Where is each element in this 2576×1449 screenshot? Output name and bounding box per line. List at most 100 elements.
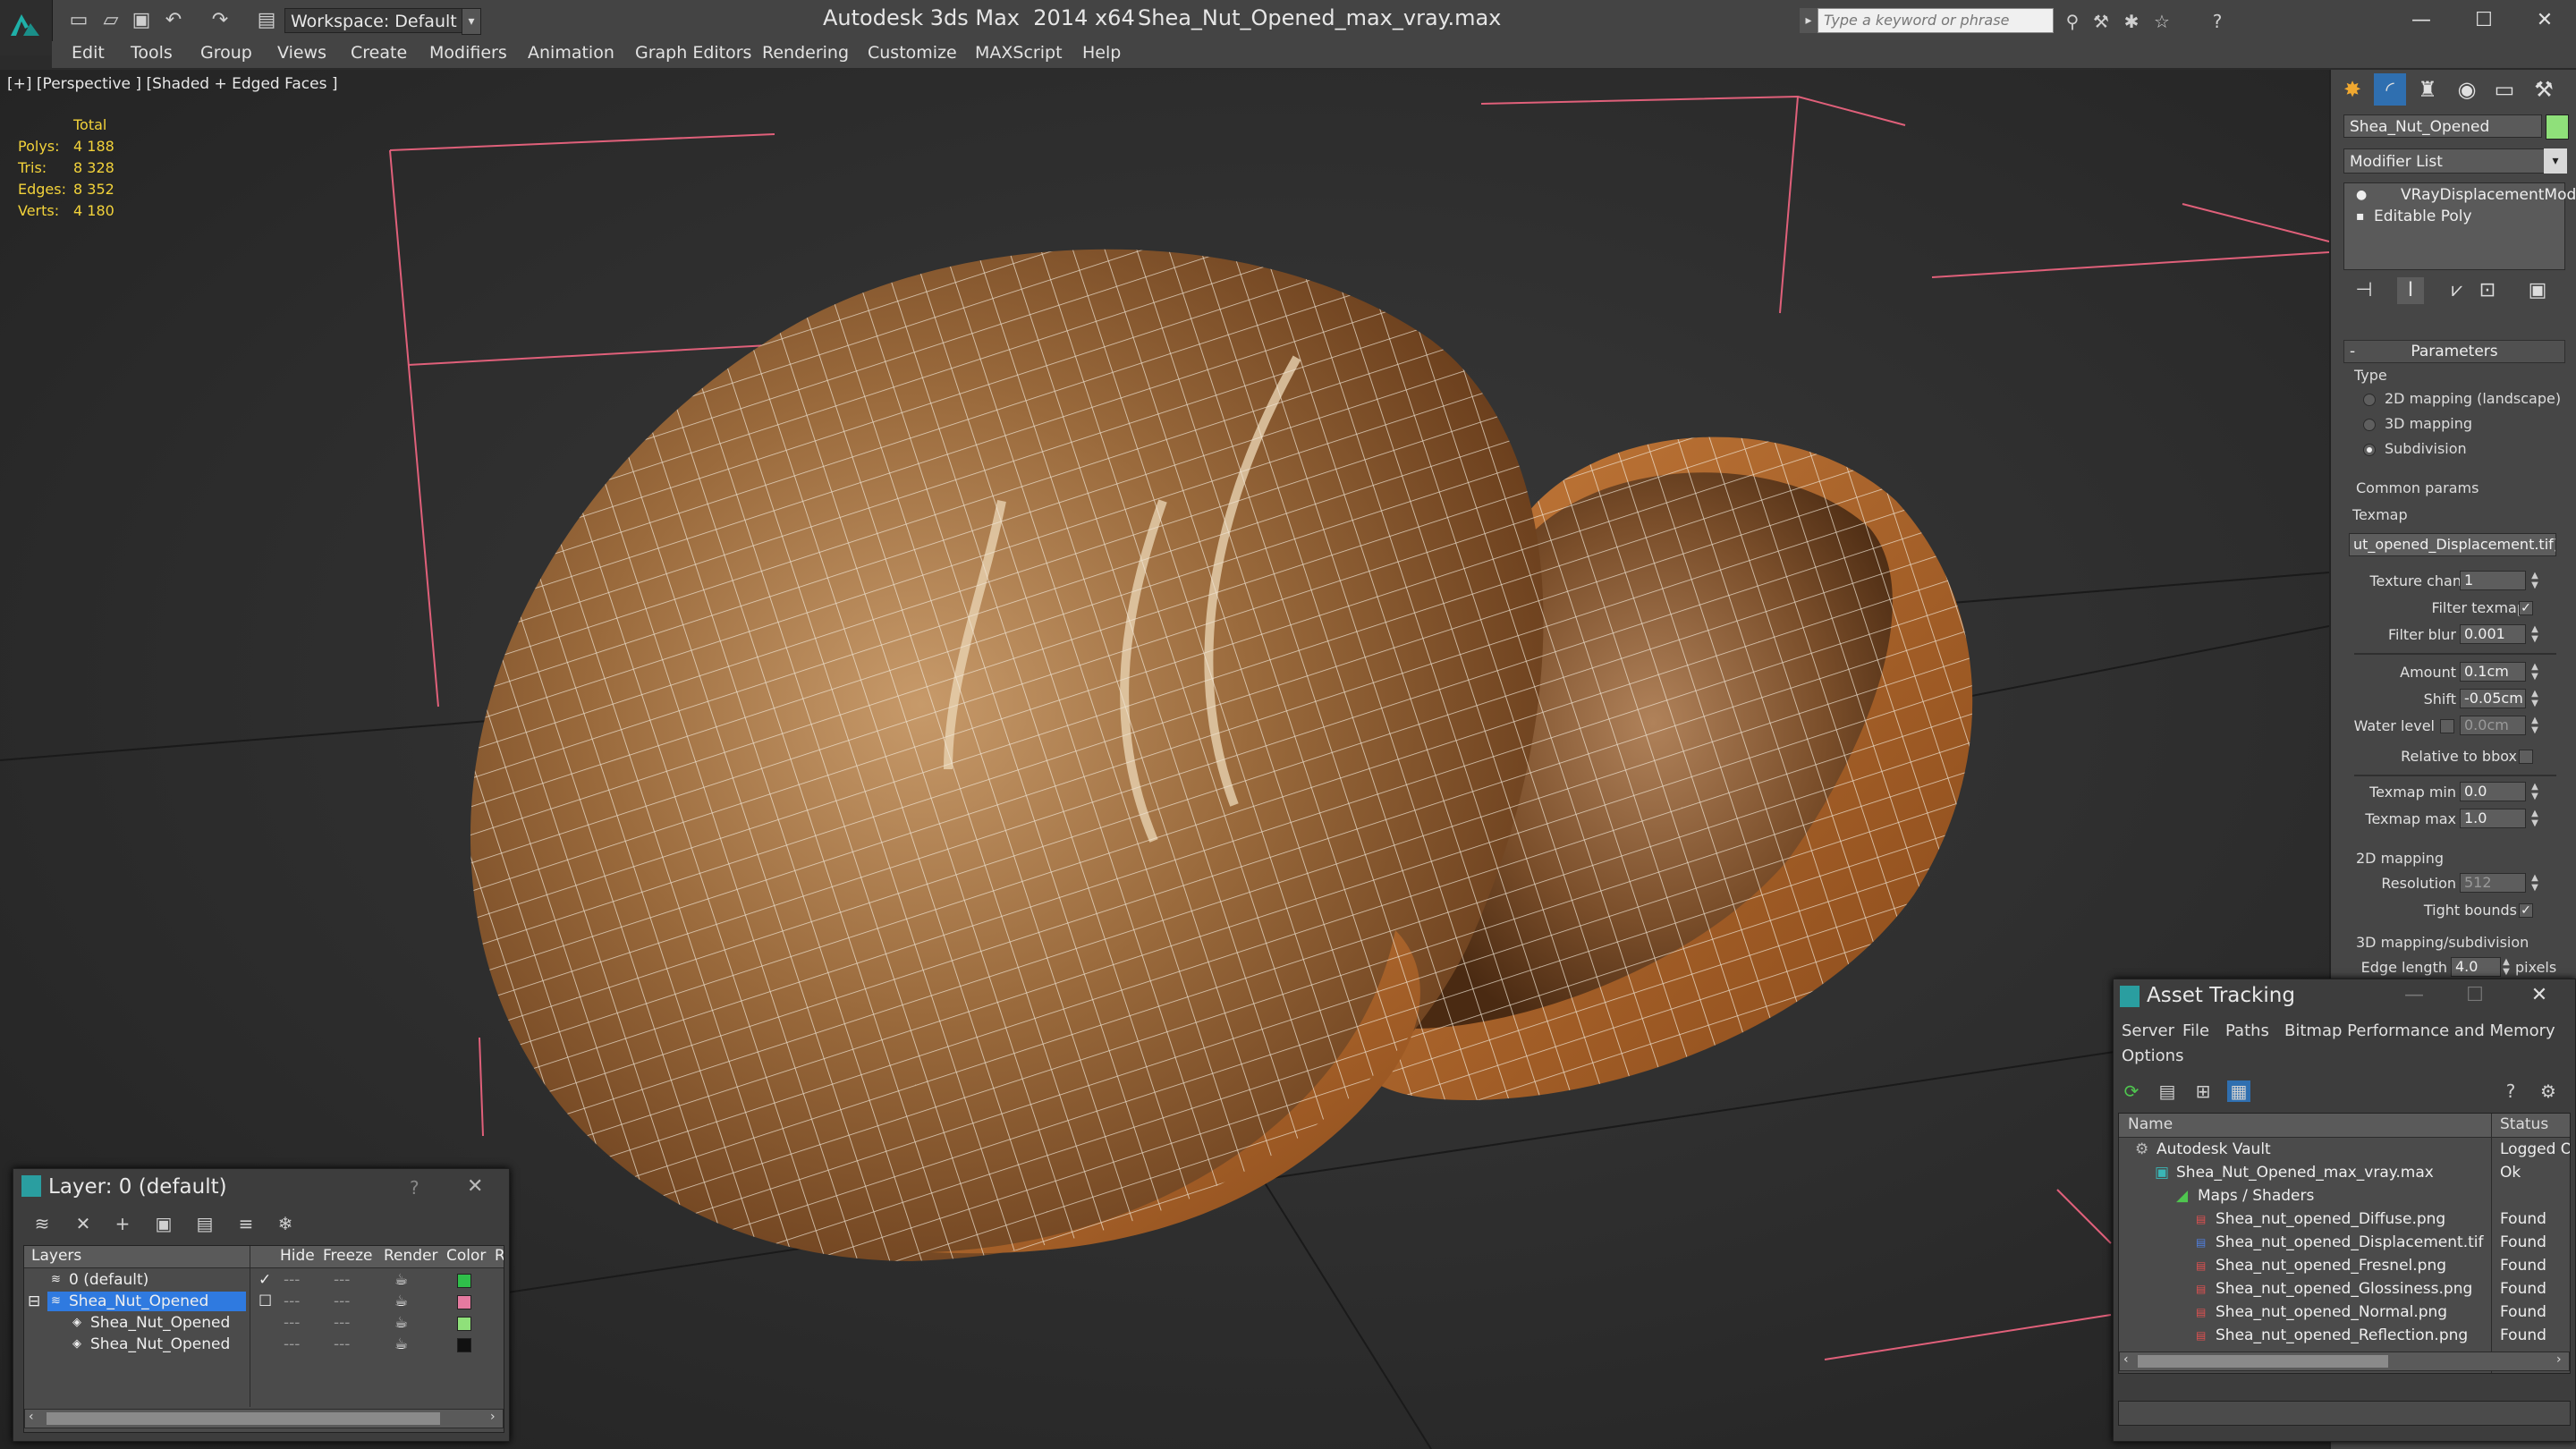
chevron-down-icon[interactable]: ▾ [2544,148,2567,174]
column-radiosity[interactable]: R [495,1247,504,1265]
menu-edit[interactable]: Edit [72,43,105,63]
menu-create[interactable]: Create [351,43,407,63]
freeze-toggle[interactable]: --- [334,1291,350,1312]
settings-icon[interactable]: ⚙ [2537,1080,2560,1102]
scroll-left-icon[interactable]: ‹ [29,1410,34,1424]
table-row[interactable]: ◢ Maps / Shaders [2119,1185,2570,1208]
scroll-right-icon[interactable]: › [490,1410,496,1424]
layer-row[interactable]: ⊟ ≋ Shea_Nut_Opened ☐ --- --- ☕ [24,1291,504,1312]
tight-bounds-checkbox[interactable]: ✓ [2519,903,2533,918]
create-tab-icon[interactable]: ✸ [2336,73,2368,106]
table-row[interactable]: ▤ Shea_nut_opened_Normal.png Found [2119,1301,2570,1324]
radio-3d-mapping[interactable] [2363,419,2376,431]
show-end-result-icon[interactable]: Ⅰ [2397,277,2424,304]
menu-customize[interactable]: Customize [868,43,957,63]
close-icon[interactable]: ✕ [467,1175,483,1198]
spinner-icon[interactable]: ▲ ▼ [2529,662,2540,682]
menu-animation[interactable]: Animation [528,43,614,63]
object-color-swatch[interactable] [2546,114,2569,140]
open-file-icon[interactable]: ▱ [98,11,123,30]
list-view-icon[interactable]: ▤ [2156,1080,2179,1102]
tree-view-icon[interactable]: ⊞ [2191,1080,2215,1102]
render-teapot-icon[interactable]: ☕ [394,1291,408,1312]
hide-all-icon[interactable]: ≡ [234,1213,258,1234]
table-row[interactable]: ▤ Shea_nut_opened_Displacement.tif Found [2119,1232,2570,1254]
search-input[interactable]: Type a keyword or phrase [1818,8,2054,33]
collapse-icon[interactable]: ⊟ [28,1291,40,1310]
shift-input[interactable]: -0.05cm [2460,689,2526,708]
search-expand-icon[interactable]: ▸ [1800,8,1818,33]
close-icon[interactable]: ✕ [2508,982,2571,1009]
layer-color-swatch[interactable] [457,1274,471,1288]
scroll-right-icon[interactable]: › [2556,1352,2562,1367]
menu-graph-editors[interactable]: Graph Editors [635,43,751,63]
freeze-toggle[interactable]: --- [334,1312,350,1334]
redo-icon[interactable]: ↷ [208,11,233,30]
amount-input[interactable]: 0.1cm [2460,662,2526,682]
menu-rendering[interactable]: Rendering [762,43,849,63]
radio-subdivision[interactable] [2363,444,2376,456]
asset-menu-server[interactable]: Server [2122,1021,2174,1040]
freeze-all-icon[interactable]: ❄ [274,1213,297,1234]
scrollbar-thumb[interactable] [47,1412,440,1425]
undo-icon[interactable]: ↶ [161,11,186,30]
communication-icon[interactable]: ✱ [2120,11,2143,32]
minimize-icon[interactable]: — [2383,982,2445,1009]
texmap-button[interactable]: ut_opened_Displacement.tif) [2349,533,2556,556]
filter-texmap-checkbox[interactable]: ✓ [2519,601,2533,615]
table-row[interactable]: ▤ Shea_nut_opened_Reflection.png Found [2119,1325,2570,1347]
stack-item-vray-displacement[interactable]: VRayDisplacementMod [2401,186,2576,204]
make-unique-icon[interactable]: ⩗ [2444,277,2470,304]
table-row[interactable]: ▤ Shea_nut_opened_Glossiness.png Found [2119,1278,2570,1301]
menu-modifiers[interactable]: Modifiers [429,43,507,63]
hide-toggle[interactable]: --- [284,1312,300,1334]
column-status[interactable]: Status [2500,1115,2548,1133]
project-folder-icon[interactable]: ▤ [254,11,279,30]
freeze-toggle[interactable]: --- [334,1269,350,1291]
column-name[interactable]: Name [2128,1115,2173,1133]
render-teapot-icon[interactable]: ☕ [394,1334,408,1355]
maximize-icon[interactable]: ☐ [2444,982,2506,1009]
chevron-down-icon[interactable]: ▾ [462,8,481,35]
motion-tab-icon[interactable]: ◉ [2451,73,2483,106]
delete-layer-icon[interactable]: ✕ [72,1213,95,1234]
lightbulb-icon[interactable]: ● [2356,188,2367,202]
binoculars-icon[interactable]: ⚲ [2061,11,2084,32]
asset-menu-bitmap-performance[interactable]: Bitmap Performance and Memory [2284,1021,2555,1040]
modifier-list-dropdown[interactable]: Modifier List [2343,148,2546,174]
help-icon[interactable]: ? [2206,11,2229,32]
water-level-input[interactable]: 0.0cm [2460,716,2526,735]
menu-group[interactable]: Group [200,43,252,63]
expand-icon[interactable]: ▪ [2356,209,2365,224]
refresh-icon[interactable]: ⟳ [2120,1080,2143,1102]
workspace-dropdown[interactable]: Workspace: Default [284,8,463,33]
layer-horizontal-scrollbar[interactable]: ‹ › [24,1409,504,1428]
filter-blur-input[interactable]: 0.001 [2460,624,2526,644]
texmap-max-input[interactable]: 1.0 [2460,809,2526,828]
hide-toggle[interactable]: --- [284,1269,300,1291]
column-render[interactable]: Render [384,1247,438,1265]
menu-tools[interactable]: Tools [131,43,173,63]
remove-modifier-icon[interactable]: ⊡ [2474,277,2501,304]
layer-row[interactable]: ≋ 0 (default) ✓ --- --- ☕ [24,1269,504,1291]
column-hide[interactable]: Hide [280,1247,315,1265]
display-tab-icon[interactable]: ▭ [2488,73,2521,106]
scroll-left-icon[interactable]: ‹ [2123,1352,2129,1367]
spinner-icon[interactable]: ▲ ▼ [2529,571,2540,590]
relative-bbox-checkbox[interactable] [2519,750,2533,764]
spinner-icon[interactable]: ▲ ▼ [2529,809,2540,828]
spinner-icon[interactable]: ▲ ▼ [2501,957,2512,977]
save-file-icon[interactable]: ▣ [129,11,154,30]
object-color-swatch[interactable] [457,1338,471,1352]
spinner-icon[interactable]: ▲ ▼ [2529,873,2540,893]
layer-color-swatch[interactable] [457,1295,471,1309]
render-teapot-icon[interactable]: ☕ [394,1312,408,1334]
current-layer-check-icon[interactable]: ✓ [258,1269,271,1291]
subscription-icon[interactable]: ⚒ [2089,11,2113,32]
object-color-swatch[interactable] [457,1317,471,1331]
asset-horizontal-scrollbar[interactable]: ‹ › [2119,1352,2570,1371]
minimize-icon[interactable]: — [2390,4,2453,38]
menu-help[interactable]: Help [1082,43,1121,63]
menu-maxscript[interactable]: MAXScript [975,43,1063,63]
parameters-rollout[interactable]: - Parameters [2343,340,2565,363]
